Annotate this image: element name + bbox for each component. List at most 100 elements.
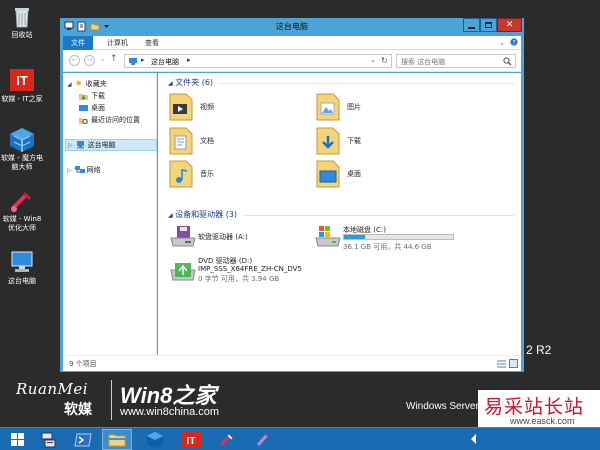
file-list: ◢ 文件夹 (6) 视频 图片 文档 下载 音乐 桌面 ◢ 设备和驱动器 (3)… [158,73,521,355]
folder-name: 下载 [347,137,361,145]
local-disk-icon [315,226,341,247]
watermark-title: 易采站长站 [484,396,585,418]
large-icons-view-icon[interactable] [509,359,518,368]
folder-item-music[interactable]: 音乐 [168,159,214,189]
tab-computer[interactable]: 计算机 [99,36,136,50]
group-header-label: 文件夹 (6) [175,78,214,87]
sidebar-item-desktop[interactable]: 桌面 [79,103,105,113]
mofang-icon [146,431,164,448]
ithome-icon: IT [181,431,201,448]
expand-arrow-icon[interactable]: ▷ [68,142,73,149]
taskbar-ithome[interactable]: IT [176,429,206,450]
drive-volume-label: IMP_SSS_X64FRE_ZH-CN_DV5 [198,265,302,273]
sidebar-item-this-pc[interactable]: ▷ 这台电脑 [65,139,157,151]
desktop-icon-ithome[interactable]: IT 软媒 - IT之家 [0,68,44,104]
taskbar-powershell[interactable] [68,429,98,450]
sidebar-item-label: 下载 [91,92,105,100]
help-icon[interactable]: ? [510,38,518,48]
taskbar-mofang[interactable] [140,429,170,450]
minimize-icon [468,26,475,29]
group-divider [244,215,514,216]
taskbar: IT [0,427,600,450]
recent-places-icon [79,116,88,124]
folder-item-downloads[interactable]: 下载 [315,126,361,156]
drive-item-local-disk[interactable]: 本地磁盘 (C:) 36.1 GB 可用，共 44.6 GB [315,224,515,254]
documents-folder-icon [168,126,194,156]
expand-ribbon-icon[interactable]: ⌄ [499,39,505,47]
status-bar: 9 个项目 [63,355,521,371]
paint-brush-icon [256,432,270,446]
folder-name: 视频 [200,103,214,111]
desktop-icon-win8-optimizer[interactable]: 软媒 - Win8优化大师 [0,188,44,233]
forward-arrow-icon[interactable]: → [84,55,95,66]
desktop-icon-this-pc[interactable]: 这台电脑 [0,250,44,286]
network-icon [74,166,85,174]
recent-locations-dropdown[interactable]: ⌄ [100,56,105,63]
back-arrow-icon[interactable]: ← [69,55,80,66]
address-dropdown-icon[interactable]: ⌄ [370,56,376,64]
sidebar-item-recent-places[interactable]: 最近访问的位置 [79,115,140,125]
sidebar-item-label: 收藏夹 [85,80,107,88]
brand-ruanmei-cn: 软媒 [64,402,92,418]
navigation-pane: ◢ ★ 收藏夹 下载 桌面 最近访问的位置 ▷ 这台电脑 ▷ 网络 [63,73,157,355]
sidebar-item-network[interactable]: ▷ 网络 [67,165,101,175]
folder-item-documents[interactable]: 文档 [168,126,214,156]
brand-url: www.win8china.com [120,406,220,418]
folder-item-videos[interactable]: 视频 [168,92,214,122]
sidebar-item-label: 网络 [86,166,101,174]
drive-item-dvd[interactable]: DVD 驱动器 (D:) IMP_SSS_X64FRE_ZH-CN_DV5 0 … [170,256,370,288]
minimize-button[interactable] [463,18,480,32]
breadcrumb-separator-icon[interactable]: ▸ [141,56,145,64]
powershell-icon [74,433,92,446]
refresh-icon[interactable]: ↻ [381,56,388,65]
expand-arrow-icon[interactable]: ◢ [67,81,72,88]
close-button[interactable]: ✕ [497,18,522,32]
sidebar-item-downloads[interactable]: 下载 [79,91,105,101]
collapse-arrow-icon[interactable]: ◢ [168,80,173,87]
tab-file[interactable]: 文件 [63,36,93,50]
sidebar-item-label: 最近访问的位置 [91,116,140,124]
folders-group-header[interactable]: ◢ 文件夹 (6) [168,77,213,88]
group-divider [220,83,514,84]
os-suffix: 2 R2 [526,343,552,357]
expand-arrow-icon[interactable]: ▷ [67,167,72,174]
item-count: 9 个项目 [69,360,97,368]
start-icon [10,433,24,446]
notification-flag-icon[interactable] [471,434,476,444]
sidebar-item-favorites[interactable]: ◢ ★ 收藏夹 [67,79,107,89]
watermark: 易采站长站 www.easck.com [478,390,600,428]
taskbar-paint[interactable] [248,429,278,450]
search-input[interactable]: 搜索 这台电脑 [396,54,516,68]
breadcrumb[interactable]: 这台电脑 [151,57,179,67]
close-icon: ✕ [505,19,514,30]
svg-text:IT: IT [187,436,196,447]
desktop-icon-recycle-bin[interactable]: 回收站 [0,4,44,40]
window-title: 这台电脑 [276,22,308,31]
desktop-icon-label: 软媒 - Win8优化大师 [2,215,42,232]
maximize-button[interactable] [480,18,497,32]
devices-group-header[interactable]: ◢ 设备和驱动器 (3) [168,209,237,220]
desktop-icon [79,104,88,112]
desktop-icon-mofang[interactable]: 软媒 - 魔方电脑大师 [0,127,44,172]
downloads-folder-icon [315,126,341,156]
address-bar[interactable]: ▸ 这台电脑 ▸ ⌄ ↻ [124,54,392,68]
sidebar-item-label: 桌面 [91,104,105,112]
folder-name: 桌面 [347,170,361,178]
folder-item-pictures[interactable]: 图片 [315,92,361,122]
folder-item-desktop[interactable]: 桌面 [315,159,361,189]
taskbar-file-explorer[interactable] [102,429,132,450]
title-bar[interactable]: 这台电脑 ✕ [60,18,524,36]
details-view-icon[interactable] [497,360,506,368]
mofang-icon [9,127,35,152]
svg-text:IT: IT [16,73,28,88]
taskbar-win8-optimizer[interactable] [212,429,242,450]
start-button[interactable] [2,429,32,450]
tab-view[interactable]: 查看 [137,36,167,50]
breadcrumb-chevron-icon[interactable]: ▸ [187,56,191,64]
taskbar-server-manager[interactable] [34,429,64,450]
collapse-arrow-icon[interactable]: ◢ [168,212,173,219]
up-arrow-icon[interactable]: ↑ [110,54,118,64]
folder-name: 图片 [347,103,361,111]
drive-item-floppy[interactable]: 软盘驱动器 (A:) [170,224,310,250]
search-icon[interactable] [503,57,512,66]
